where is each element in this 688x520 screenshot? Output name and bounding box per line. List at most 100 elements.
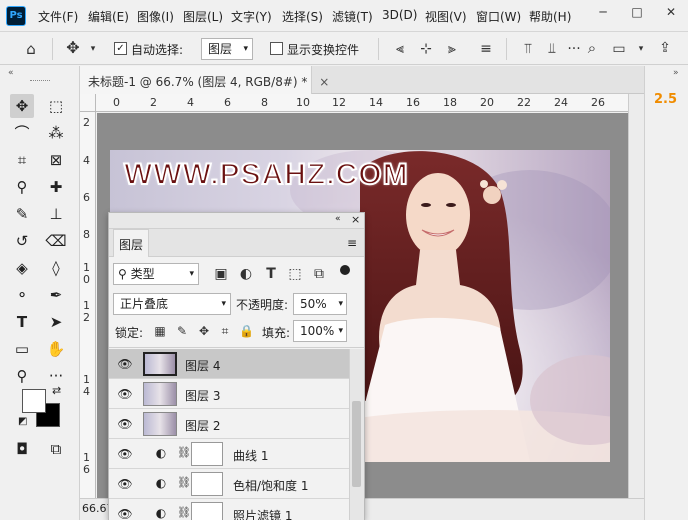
- filter-pixel-icon[interactable]: ▣: [213, 266, 229, 282]
- lock-artboard-icon[interactable]: ⌗: [218, 323, 232, 339]
- filter-type-icon[interactable]: T: [263, 266, 279, 282]
- chevron-down-icon[interactable]: ▾: [88, 41, 98, 57]
- zoom-tool-icon[interactable]: ⚲: [10, 364, 34, 388]
- visibility-eye-icon[interactable]: 👁: [117, 446, 133, 462]
- rectangle-tool-icon[interactable]: ▭: [10, 337, 34, 361]
- menu-file[interactable]: 文件(F): [38, 8, 78, 25]
- menu-view[interactable]: 视图(V): [425, 8, 467, 25]
- stamp-tool-icon[interactable]: ⊥: [44, 202, 68, 226]
- visibility-eye-icon[interactable]: 👁: [117, 356, 133, 372]
- lasso-tool-icon[interactable]: ⌒: [10, 121, 34, 145]
- align-top-icon[interactable]: ⫪: [520, 41, 536, 57]
- close-panel-icon[interactable]: ×: [351, 213, 360, 226]
- share-icon[interactable]: ⇪: [656, 40, 674, 56]
- chevron-down-icon[interactable]: ▾: [636, 41, 646, 57]
- screen-mode-icon[interactable]: ⧉: [44, 437, 68, 461]
- visibility-eye-icon[interactable]: 👁: [117, 386, 133, 402]
- maximize-button[interactable]: □: [620, 0, 654, 24]
- align-middle-icon[interactable]: ⫫: [544, 41, 560, 57]
- layer-name[interactable]: 曲线 1: [233, 447, 268, 464]
- auto-select-target-dropdown[interactable]: 图层 ▾: [201, 38, 253, 60]
- align-right-icon[interactable]: ⫸: [444, 41, 460, 57]
- lock-pixels-icon[interactable]: ✎: [175, 323, 189, 339]
- pen-tool-icon[interactable]: ✒: [44, 283, 68, 307]
- visibility-eye-icon[interactable]: 👁: [117, 476, 133, 492]
- menu-layer[interactable]: 图层(L): [183, 8, 223, 25]
- type-tool-icon[interactable]: T: [10, 310, 34, 334]
- opacity-input[interactable]: 50% ▾: [293, 293, 347, 315]
- layers-scrollbar-thumb[interactable]: [352, 401, 361, 487]
- menu-help[interactable]: 帮助(H): [529, 8, 571, 25]
- move-tool-icon[interactable]: ✥: [64, 40, 82, 56]
- tab-layers[interactable]: 图层: [113, 229, 149, 257]
- paint-bucket-icon[interactable]: ◈: [10, 256, 34, 280]
- link-chain-icon[interactable]: ⛓: [177, 506, 191, 520]
- auto-select-checkbox[interactable]: ✓: [114, 42, 127, 55]
- layer-row[interactable]: 👁 图层 3: [109, 379, 349, 409]
- move-tool-icon[interactable]: ✥: [10, 94, 34, 118]
- visibility-eye-icon[interactable]: 👁: [117, 506, 133, 520]
- link-chain-icon[interactable]: ⛓: [177, 446, 191, 462]
- document-tab[interactable]: 未标题-1 @ 66.7% (图层 4, RGB/8#) * ×: [80, 66, 329, 94]
- workspace-icon[interactable]: ▭: [610, 41, 628, 57]
- filter-shape-icon[interactable]: ⬚: [287, 266, 303, 282]
- collapse-icon[interactable]: «: [8, 68, 14, 78]
- lock-transparent-icon[interactable]: ▦: [153, 323, 167, 339]
- home-icon[interactable]: ⌂: [22, 41, 40, 57]
- layer-name[interactable]: 色相/饱和度 1: [233, 477, 309, 494]
- canvas-vertical-scrollbar[interactable]: [628, 94, 644, 498]
- panel-badge-value[interactable]: 2.5: [654, 92, 677, 107]
- layer-name[interactable]: 图层 3: [185, 387, 220, 404]
- blend-mode-dropdown[interactable]: 正片叠底 ▾: [113, 293, 231, 315]
- blur-tool-icon[interactable]: ◊: [44, 256, 68, 280]
- layer-row[interactable]: 👁 图层 4: [109, 349, 349, 379]
- eyedropper-icon[interactable]: ⚲: [10, 175, 34, 199]
- more-options-icon[interactable]: ···: [566, 41, 582, 57]
- dodge-tool-icon[interactable]: ⚬: [10, 283, 34, 307]
- lock-all-icon[interactable]: 🔒: [239, 323, 254, 339]
- magic-wand-icon[interactable]: ⁂: [44, 121, 68, 145]
- menu-type[interactable]: 文字(Y): [231, 8, 272, 25]
- layer-name[interactable]: 图层 4: [185, 357, 220, 374]
- path-select-icon[interactable]: ➤: [44, 310, 68, 334]
- layer-filter-dropdown[interactable]: ⚲ 类型 ▾: [113, 263, 199, 285]
- close-window-button[interactable]: ✕: [654, 0, 688, 24]
- visibility-eye-icon[interactable]: 👁: [117, 416, 133, 432]
- swap-colors-icon[interactable]: ⇄: [52, 384, 61, 397]
- marquee-tool-icon[interactable]: ⬚: [44, 94, 68, 118]
- layer-name[interactable]: 照片滤镜 1: [233, 507, 292, 520]
- menu-edit[interactable]: 编辑(E): [88, 8, 129, 25]
- minimize-button[interactable]: ─: [586, 0, 620, 24]
- layer-row[interactable]: 👁 ◐ ⛓ 照片滤镜 1: [109, 499, 349, 520]
- brush-tool-icon[interactable]: ✎: [10, 202, 34, 226]
- menu-3d[interactable]: 3D(D): [382, 8, 417, 22]
- layer-row[interactable]: 👁 ◐ ⛓ 色相/饱和度 1: [109, 469, 349, 499]
- distribute-icon[interactable]: ≡: [478, 41, 494, 57]
- panel-menu-icon[interactable]: ≡: [347, 236, 357, 250]
- menu-image[interactable]: 图像(I): [137, 8, 174, 25]
- layer-row[interactable]: 👁 图层 2: [109, 409, 349, 439]
- menu-window[interactable]: 窗口(W): [476, 8, 521, 25]
- quick-mask-icon[interactable]: ◘: [10, 437, 34, 461]
- default-colors-icon[interactable]: ◩: [18, 416, 27, 427]
- show-transform-checkbox[interactable]: [270, 42, 283, 55]
- layer-row[interactable]: 👁 ◐ ⛓ 曲线 1: [109, 439, 349, 469]
- foreground-color-swatch[interactable]: [22, 389, 46, 413]
- history-brush-icon[interactable]: ↺: [10, 229, 34, 253]
- collapse-icon[interactable]: «: [335, 214, 341, 224]
- align-center-icon[interactable]: ⊹: [418, 41, 434, 57]
- layer-name[interactable]: 图层 2: [185, 417, 220, 434]
- frame-tool-icon[interactable]: ⊠: [44, 148, 68, 172]
- link-chain-icon[interactable]: ⛓: [177, 476, 191, 492]
- filter-toggle[interactable]: [340, 265, 350, 275]
- filter-smart-object-icon[interactable]: ⧉: [311, 266, 327, 282]
- hand-tool-icon[interactable]: ✋: [44, 337, 68, 361]
- close-tab-icon[interactable]: ×: [319, 75, 329, 89]
- menu-filter[interactable]: 滤镜(T): [332, 8, 373, 25]
- fill-input[interactable]: 100% ▾: [293, 320, 347, 342]
- lock-position-icon[interactable]: ✥: [197, 323, 211, 339]
- search-icon[interactable]: ⌕: [584, 40, 600, 56]
- eraser-tool-icon[interactable]: ⌫: [44, 229, 68, 253]
- healing-brush-icon[interactable]: ✚: [44, 175, 68, 199]
- filter-adjustment-icon[interactable]: ◐: [238, 266, 254, 282]
